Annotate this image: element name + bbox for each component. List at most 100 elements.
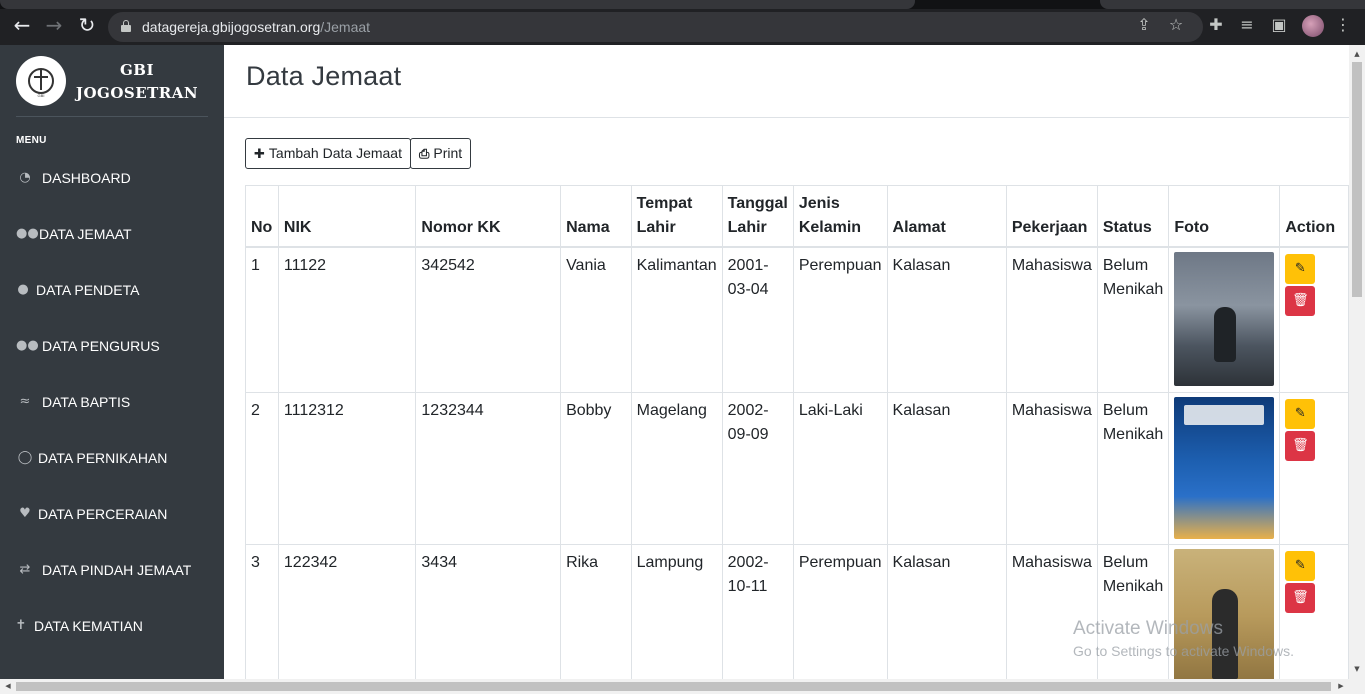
header-nomor-kk[interactable]: Nomor KK [415,185,562,248]
header-foto[interactable]: Foto [1168,185,1281,248]
pencil-icon: ✎ [1294,261,1306,276]
sidebar-item-label: DATA PERNIKAHAN [38,450,168,466]
plus-icon: ✚ [254,147,265,162]
cell-nama: Bobby [560,391,632,545]
sidebar-item-label: DATA PINDAH JEMAAT [42,562,192,578]
active-tab[interactable] [0,0,915,9]
share-icon[interactable]: ⇪ [1135,16,1153,34]
sidebar-item-label: DATA PENDETA [36,282,140,298]
kebab-menu-icon[interactable]: ⋮ [1334,16,1352,34]
trash-icon: 🗑 [1292,293,1309,308]
cell-tanggal-lahir: 2002- 10-11 [721,543,794,679]
cell-tempat-lahir: Kalimantan [630,246,723,393]
edit-button[interactable]: ✎ [1285,254,1316,284]
heart-broken-icon: ♥ [19,506,31,521]
cell-foto [1168,391,1281,545]
menu-heading: MENU [16,135,47,146]
vertical-scrollbar[interactable]: ▲ ▼ [1349,45,1365,679]
sidebar-item-data-pendeta[interactable]: ● DATA PENDETA [0,270,224,310]
table-row: 3 122342 3434 Rika Lampung 2002- 10-11 Pe… [245,543,1349,679]
scroll-up-arrow-icon[interactable]: ▲ [1349,47,1365,61]
brand-line-1: GBI [119,61,154,79]
forward-arrow-icon[interactable]: → [43,14,65,36]
status-line1: Belum [1102,401,1149,419]
extensions-icon[interactable]: ✚ [1207,16,1225,34]
sidebar-item-data-pindah-jemaat[interactable]: ⇄ DATA PINDAH JEMAAT [0,550,224,590]
sidebar-item-label: DATA BAPTIS [42,394,131,410]
user-friends-icon: ●● [16,338,39,353]
cell-tempat-lahir: Magelang [630,391,723,545]
edit-button[interactable]: ✎ [1285,398,1316,429]
sidebar: GBI GBI JOGOSETRAN MENU ◔ DASHBOARD ●● D… [0,45,224,694]
header-nik[interactable]: NIK [277,185,417,248]
horizontal-scrollbar[interactable]: ◀ ▶ [0,679,1365,694]
back-arrow-icon[interactable]: ← [11,14,33,36]
sidebar-item-label: DATA PENGURUS [42,338,160,354]
scroll-down-arrow-icon[interactable]: ▼ [1349,662,1365,676]
cell-status: Belum Menikah [1096,543,1170,679]
tanggal-lahir-line1: 2001- [727,257,769,274]
page-title: Data Jemaat [246,61,402,91]
profile-avatar[interactable] [1302,15,1324,37]
other-tab[interactable] [1100,0,1365,9]
lock-icon[interactable] [121,20,131,32]
header-action[interactable]: Action [1279,185,1349,248]
sidebar-item-data-pengurus[interactable]: ●● DATA PENGURUS [0,326,224,366]
media-queue-icon[interactable]: ≡ [1238,16,1256,34]
cell-nomor-kk: 342542 [415,246,562,393]
cell-tanggal-lahir: 2002- 09-09 [721,391,794,545]
printer-icon: ⎙ [419,147,430,162]
header-tempat-lahir[interactable]: Tempat Lahir [630,185,723,248]
sidebar-item-dashboard[interactable]: ◔ DASHBOARD [0,158,224,198]
tanggal-lahir-line2: 03-04 [727,281,769,298]
header-tanggal-lahir[interactable]: Tanggal Lahir [721,185,794,248]
logo-text: GBI [37,93,45,98]
url-host: datagereja.gbijogosetran.org [142,19,321,35]
status-line2: Menikah [1102,425,1164,443]
side-panel-icon[interactable]: ▣ [1270,16,1288,34]
delete-button[interactable]: 🗑 [1285,286,1316,316]
url-text[interactable]: datagereja.gbijogosetran.org/Jemaat [142,19,370,35]
scroll-left-arrow-icon[interactable]: ◀ [0,679,16,694]
ring-icon: ◯ [17,450,33,465]
header-jenis-kelamin[interactable]: Jenis Kelamin [792,185,888,248]
cell-nik: 1112312 [277,391,417,545]
url-path: /Jemaat [320,19,371,35]
bookmark-star-icon[interactable]: ☆ [1167,16,1185,34]
edit-button[interactable]: ✎ [1285,550,1316,581]
print-label: Print [433,145,463,161]
cell-nik: 122342 [277,543,417,679]
delete-button[interactable]: 🗑 [1285,430,1316,461]
add-jemaat-button[interactable]: ✚ Tambah Data Jemaat [245,138,411,169]
header-nama[interactable]: Nama [560,185,632,248]
reload-icon[interactable]: ↻ [76,14,98,36]
header-no[interactable]: No [245,185,279,248]
title-divider [224,117,1349,118]
photo-subject [1212,588,1239,679]
cell-nomor-kk: 3434 [415,543,562,679]
brand-name[interactable]: GBI JOGOSETRAN [72,59,202,105]
church-logo[interactable]: GBI [16,56,66,106]
horizontal-scroll-thumb[interactable] [16,682,1331,691]
photo-subject [1214,307,1237,362]
header-alamat[interactable]: Alamat [886,185,1007,248]
sidebar-item-data-pernikahan[interactable]: ◯ DATA PERNIKAHAN [0,438,224,478]
cell-action: ✎ 🗑 [1279,246,1349,393]
sidebar-item-data-kematian[interactable]: ✝ DATA KEMATIAN [0,606,224,646]
cell-alamat: Kalasan [886,246,1007,393]
sidebar-item-data-jemaat[interactable]: ●● DATA JEMAAT [0,214,224,254]
cell-foto [1168,543,1281,679]
vertical-scroll-thumb[interactable] [1352,62,1362,297]
header-status[interactable]: Status [1096,185,1170,248]
cell-nomor-kk: 1232344 [415,391,562,545]
tanggal-lahir-line2: 10-11 [727,577,768,595]
photo-banner [1184,404,1265,425]
delete-button[interactable]: 🗑 [1285,582,1316,613]
print-button[interactable]: ⎙ Print [410,138,472,169]
sidebar-item-data-perceraian[interactable]: ♥ DATA PERCERAIAN [0,494,224,534]
scroll-right-arrow-icon[interactable]: ▶ [1333,679,1349,694]
add-jemaat-label: Tambah Data Jemaat [268,145,402,161]
header-pekerjaan[interactable]: Pekerjaan [1005,185,1098,248]
tachometer-icon: ◔ [19,170,31,185]
sidebar-item-data-baptis[interactable]: ≈ DATA BAPTIS [0,382,224,422]
